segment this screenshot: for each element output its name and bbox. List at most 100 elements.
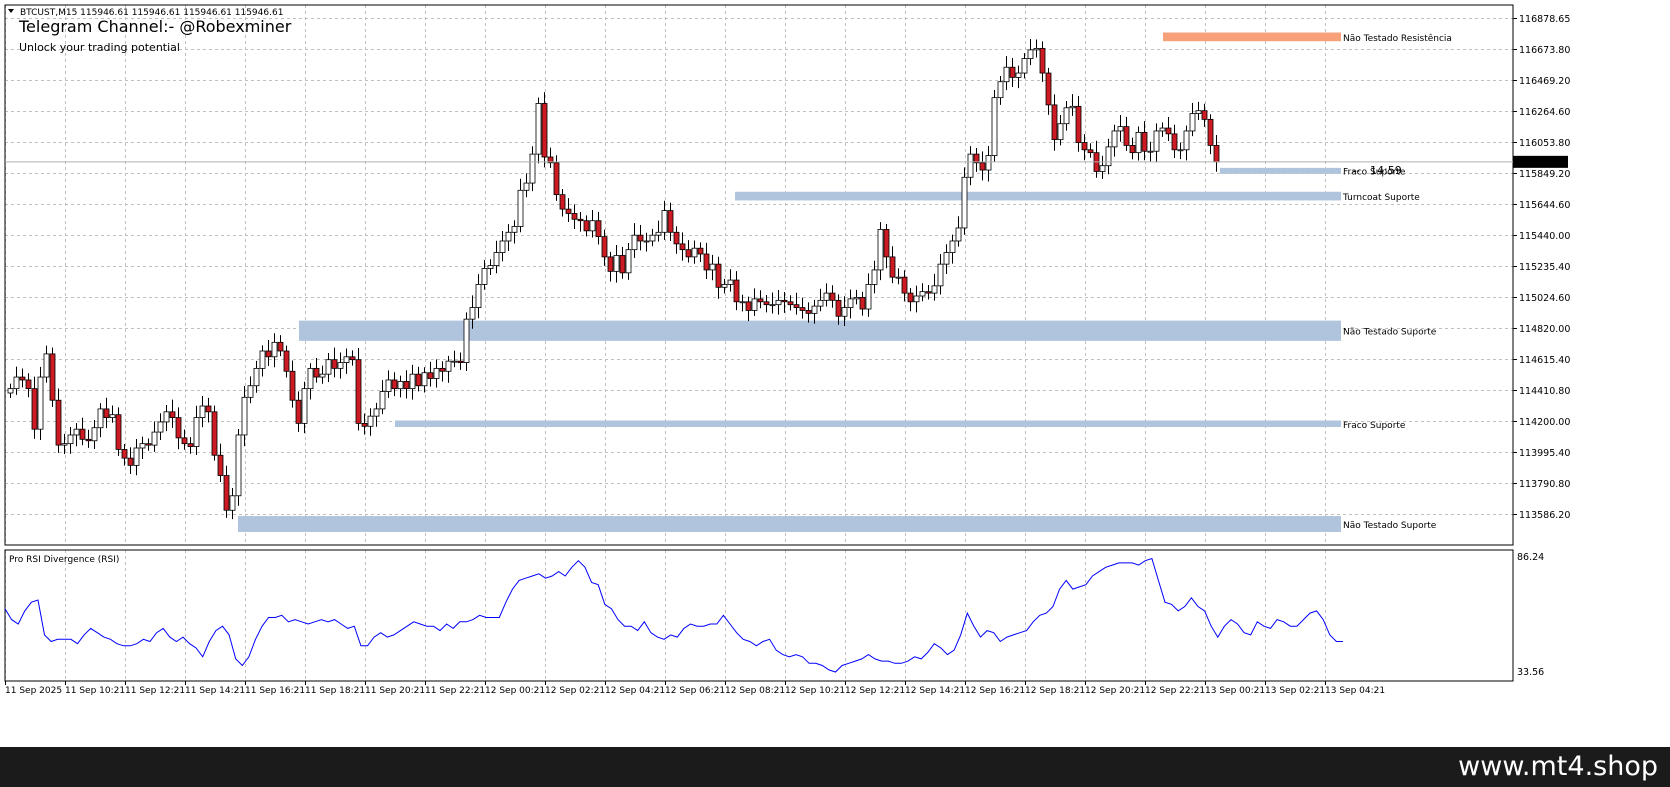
- candle-body-bear: [745, 301, 752, 311]
- candle-body-bull: [163, 411, 170, 423]
- candle-body-bull: [985, 155, 992, 171]
- candle-body-bear: [55, 399, 62, 446]
- candle-body-bull: [1021, 58, 1028, 74]
- support-zone: [1220, 167, 1341, 174]
- candle-body-bull: [463, 318, 470, 363]
- candle-body-bull: [373, 408, 380, 417]
- candle-body-bull: [1015, 72, 1022, 78]
- candle-body-bear: [583, 220, 590, 232]
- candle-body-bull: [877, 228, 884, 271]
- candle-body-bear: [181, 437, 188, 445]
- x-tick-label: 12 Sep 20:21: [1085, 686, 1145, 696]
- candle-body-bear: [415, 373, 422, 387]
- x-tick-label: 12 Sep 10:21: [785, 686, 845, 696]
- candle-body-bull: [241, 396, 248, 436]
- candle-body-bull: [505, 231, 512, 242]
- y-tick-label: 116264.60: [1519, 107, 1570, 118]
- x-tick-label: 13 Sep 02:21: [1265, 686, 1325, 696]
- x-tick-label: 11 Sep 10:21: [65, 686, 125, 696]
- y-tick-label: 114410.80: [1519, 386, 1570, 397]
- candle-body-bull: [91, 427, 98, 442]
- candle-body-bull: [133, 447, 140, 466]
- candle-body-bear: [361, 422, 368, 427]
- y-tick-label: 116469.20: [1519, 76, 1570, 87]
- candle-body-bear: [439, 367, 446, 372]
- candle-body-bull: [949, 240, 956, 253]
- candle-body-bear: [679, 243, 686, 251]
- candle-body-bull: [991, 97, 998, 156]
- candle-body-bull: [319, 373, 326, 378]
- candle-body-bear: [607, 256, 614, 272]
- candle-body-bear: [1141, 131, 1148, 152]
- candle-body-bull: [967, 153, 974, 178]
- candle-body-bear: [1201, 110, 1208, 120]
- chart-background: [0, 0, 1670, 747]
- candle-body-bear: [829, 292, 836, 301]
- candle-body-bear: [187, 443, 194, 447]
- candle-body-bull: [385, 379, 392, 392]
- y-tick-label: 114615.40: [1519, 355, 1570, 366]
- x-tick-label: 11 Sep 18:21: [305, 686, 365, 696]
- candle-body-bear: [457, 360, 464, 363]
- candle-body-bear: [1081, 142, 1088, 151]
- candle-body-bear: [283, 350, 290, 372]
- candle-body-bull: [445, 360, 452, 372]
- resistance-zone: [1163, 32, 1341, 42]
- candle-body-bear: [1039, 48, 1046, 74]
- candle-body-bull: [73, 428, 80, 436]
- candle-body-bear: [787, 301, 794, 306]
- candle-body-bear: [1207, 118, 1214, 146]
- candle-body-bear: [427, 372, 434, 379]
- candle-body-bull: [913, 295, 920, 303]
- candle-body-bull: [259, 350, 266, 369]
- zone-label: Não Testado Suporte: [1343, 328, 1437, 338]
- candle-body-bear: [313, 367, 320, 378]
- candle-body-bear: [619, 255, 626, 274]
- candle-body-bull: [1057, 123, 1064, 141]
- candle-body-bull: [649, 234, 656, 242]
- candle-body-bear: [715, 263, 722, 288]
- y-tick-label: 116878.65: [1519, 14, 1570, 25]
- candle-body-bull: [655, 231, 662, 236]
- candle-body-bear: [223, 475, 230, 511]
- candle-body-bull: [661, 210, 668, 233]
- zone-label: Não Testado Suporte: [1343, 521, 1437, 531]
- candle-body-bull: [817, 299, 824, 307]
- candle-body-bull: [469, 307, 476, 320]
- countdown-dash: --: [1352, 164, 1360, 177]
- candle-body-bull: [43, 353, 50, 378]
- candle-body-bull: [853, 297, 860, 300]
- candle-body-bull: [613, 255, 620, 272]
- candle: [541, 92, 548, 168]
- candle-body-bear: [799, 307, 806, 311]
- candle: [355, 347, 362, 431]
- candle-body-bull: [433, 367, 440, 379]
- support-zone: [238, 516, 1341, 532]
- mt4-chart[interactable]: Não Testado Resistência Fraco Suporte Turn…: [0, 0, 1670, 747]
- candle-body-bull: [247, 385, 254, 398]
- candle-body-bull: [1105, 146, 1112, 167]
- candle-body-bull: [1135, 131, 1142, 154]
- zone-label: Não Testado Resistência: [1343, 33, 1452, 44]
- candle: [463, 312, 470, 371]
- candle-body-bear: [265, 350, 272, 358]
- telegram-channel-label: Telegram Channel:- @Robexminer: [18, 17, 292, 36]
- candle: [991, 89, 998, 162]
- candle-body-bear: [577, 218, 584, 222]
- zone-label: Fraco Suporte: [1343, 421, 1406, 431]
- candle-body-bull: [721, 284, 728, 288]
- candle: [211, 405, 218, 461]
- zone-label: Turncoat Suporte: [1342, 193, 1420, 203]
- candle-body-bear: [169, 411, 176, 419]
- candle-body-bear: [541, 103, 548, 158]
- candle-body-bear: [211, 411, 218, 456]
- y-tick-label: 116053.80: [1519, 138, 1570, 149]
- candle-body-bull: [895, 276, 902, 279]
- candle-body-bear: [979, 162, 986, 171]
- candle-body-bull: [871, 269, 878, 285]
- candle-body-bear: [1165, 127, 1172, 135]
- candle-body-bull: [1027, 49, 1034, 59]
- candle: [115, 407, 122, 456]
- candle-body-bull: [643, 240, 650, 243]
- candle-body-bear: [115, 414, 122, 450]
